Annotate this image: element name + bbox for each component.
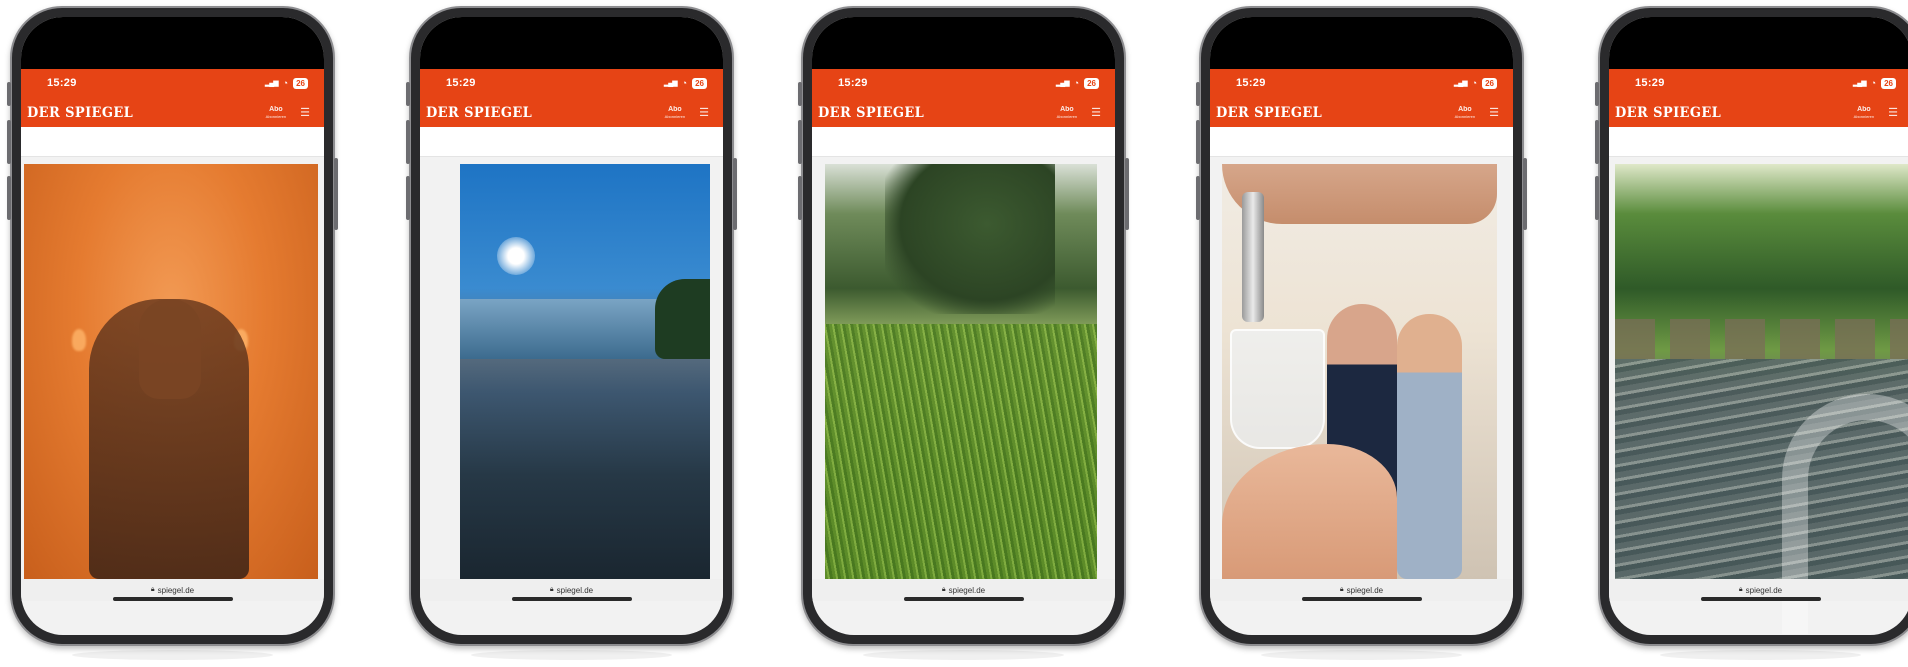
status-bar: 15:29 ▂▄▆ ◔ 26 [420, 69, 723, 97]
app-header: 15:29 ▂▄▆ ◔ 26 DER SPIEGEL Abo Abonnieren… [21, 69, 324, 127]
menu-icon[interactable]: ☰ [1888, 108, 1898, 119]
article-photo[interactable] [24, 164, 318, 579]
phone-mockup-4: 15:29 ▂▄▆ ◔ 26 DER SPIEGEL Abo Abonnieren… [1196, 6, 1527, 660]
phone-screen: 15:29 ▂▄▆ ◔ 26 DER SPIEGEL Abo Abonnieren… [1210, 17, 1513, 635]
app-header: 15:29 ▂▄▆ ◔ 26 DER SPIEGEL Abo Abonnieren… [1609, 69, 1908, 127]
menu-icon[interactable]: ☰ [699, 108, 709, 119]
phone-screen: 15:29 ▂▄▆ ◔ 26 DER SPIEGEL Abo Abonnieren… [812, 17, 1115, 635]
home-indicator[interactable] [903, 597, 1024, 601]
abo-button[interactable]: Abo Abonnieren [266, 106, 286, 120]
phone-screen: 15:29 ▂▄▆ ◔ 26 DER SPIEGEL Abo Abonnieren… [21, 17, 324, 635]
notch [1609, 17, 1908, 69]
lock-icon: 🔒︎ [941, 586, 946, 593]
status-bar: 15:29 ▂▄▆ ◔ 26 [1609, 69, 1908, 97]
spiegel-logo[interactable]: DER SPIEGEL [27, 105, 133, 121]
article-photo[interactable] [825, 164, 1097, 579]
status-bar: 15:29 ▂▄▆ ◔ 26 [812, 69, 1115, 97]
menu-icon[interactable]: ☰ [1091, 108, 1101, 119]
wifi-icon: ◔ [1471, 78, 1478, 88]
home-indicator[interactable] [112, 597, 233, 601]
abo-button[interactable]: Abo Abonnieren [1057, 106, 1077, 120]
app-header: 15:29 ▂▄▆ ◔ 26 DER SPIEGEL Abo Abonnieren… [812, 69, 1115, 127]
article-photo[interactable] [1222, 164, 1497, 579]
spiegel-logo[interactable]: DER SPIEGEL [818, 105, 924, 121]
nav-strip [1609, 127, 1908, 157]
home-indicator[interactable] [511, 597, 632, 601]
battery-icon: 26 [692, 77, 707, 89]
phone-screen: 15:29 ▂▄▆ ◔ 26 DER SPIEGEL Abo Abonnieren… [1609, 17, 1908, 635]
lock-icon: 🔒︎ [150, 586, 155, 593]
notch [21, 17, 324, 69]
status-bar: 15:29 ▂▄▆ ◔ 26 [1210, 69, 1513, 97]
signal-icon: ▂▄▆ [1453, 80, 1468, 87]
lock-icon: 🔒︎ [549, 586, 554, 593]
lock-icon: 🔒︎ [1339, 586, 1344, 593]
status-time: 15:29 [838, 77, 868, 89]
wifi-icon: ◔ [1870, 78, 1877, 88]
abo-button[interactable]: Abo Abonnieren [1854, 106, 1874, 120]
wifi-icon: ◔ [681, 78, 688, 88]
signal-icon: ▂▄▆ [1852, 80, 1867, 87]
spiegel-logo[interactable]: DER SPIEGEL [1216, 105, 1322, 121]
battery-icon: 26 [1881, 77, 1896, 89]
home-indicator[interactable] [1700, 597, 1821, 601]
status-time: 15:29 [446, 77, 476, 89]
app-header: 15:29 ▂▄▆ ◔ 26 DER SPIEGEL Abo Abonnieren… [420, 69, 723, 127]
notch [420, 17, 723, 69]
phone-mockup-2: 15:29 ▂▄▆ ◔ 26 DER SPIEGEL Abo Abonnieren… [406, 6, 737, 660]
abo-button[interactable]: Abo Abonnieren [665, 106, 685, 120]
phone-mockup-1: 15:29 ▂▄▆ ◔ 26 DER SPIEGEL Abo Abonnieren… [7, 6, 338, 660]
nav-strip [812, 127, 1115, 157]
status-time: 15:29 [1236, 77, 1266, 89]
menu-icon[interactable]: ☰ [300, 108, 310, 119]
nav-strip [420, 127, 723, 157]
nav-strip [21, 127, 324, 157]
abo-button[interactable]: Abo Abonnieren [1455, 106, 1475, 120]
signal-icon: ▂▄▆ [1055, 80, 1070, 87]
battery-icon: 26 [1482, 77, 1497, 89]
phone-screen: 15:29 ▂▄▆ ◔ 26 DER SPIEGEL Abo Abonnieren… [420, 17, 723, 635]
status-time: 15:29 [47, 77, 77, 89]
notch [812, 17, 1115, 69]
signal-icon: ▂▄▆ [663, 80, 678, 87]
lock-icon: 🔒︎ [1738, 586, 1743, 593]
home-indicator[interactable] [1301, 597, 1422, 601]
battery-icon: 26 [293, 77, 308, 89]
status-bar: 15:29 ▂▄▆ ◔ 26 [21, 69, 324, 97]
spiegel-logo[interactable]: DER SPIEGEL [426, 105, 532, 121]
wifi-icon: ◔ [282, 78, 289, 88]
status-time: 15:29 [1635, 77, 1665, 89]
phone-mockup-5: 15:29 ▂▄▆ ◔ 26 DER SPIEGEL Abo Abonnieren… [1595, 6, 1908, 660]
spiegel-logo[interactable]: DER SPIEGEL [1615, 105, 1721, 121]
wifi-icon: ◔ [1073, 78, 1080, 88]
app-header: 15:29 ▂▄▆ ◔ 26 DER SPIEGEL Abo Abonnieren… [1210, 69, 1513, 127]
article-photo[interactable] [460, 164, 710, 579]
article-photo[interactable] [1615, 164, 1908, 634]
menu-icon[interactable]: ☰ [1489, 108, 1499, 119]
battery-icon: 26 [1084, 77, 1099, 89]
nav-strip [1210, 127, 1513, 157]
phone-mockup-3: 15:29 ▂▄▆ ◔ 26 DER SPIEGEL Abo Abonnieren… [798, 6, 1129, 660]
notch [1210, 17, 1513, 69]
signal-icon: ▂▄▆ [264, 80, 279, 87]
